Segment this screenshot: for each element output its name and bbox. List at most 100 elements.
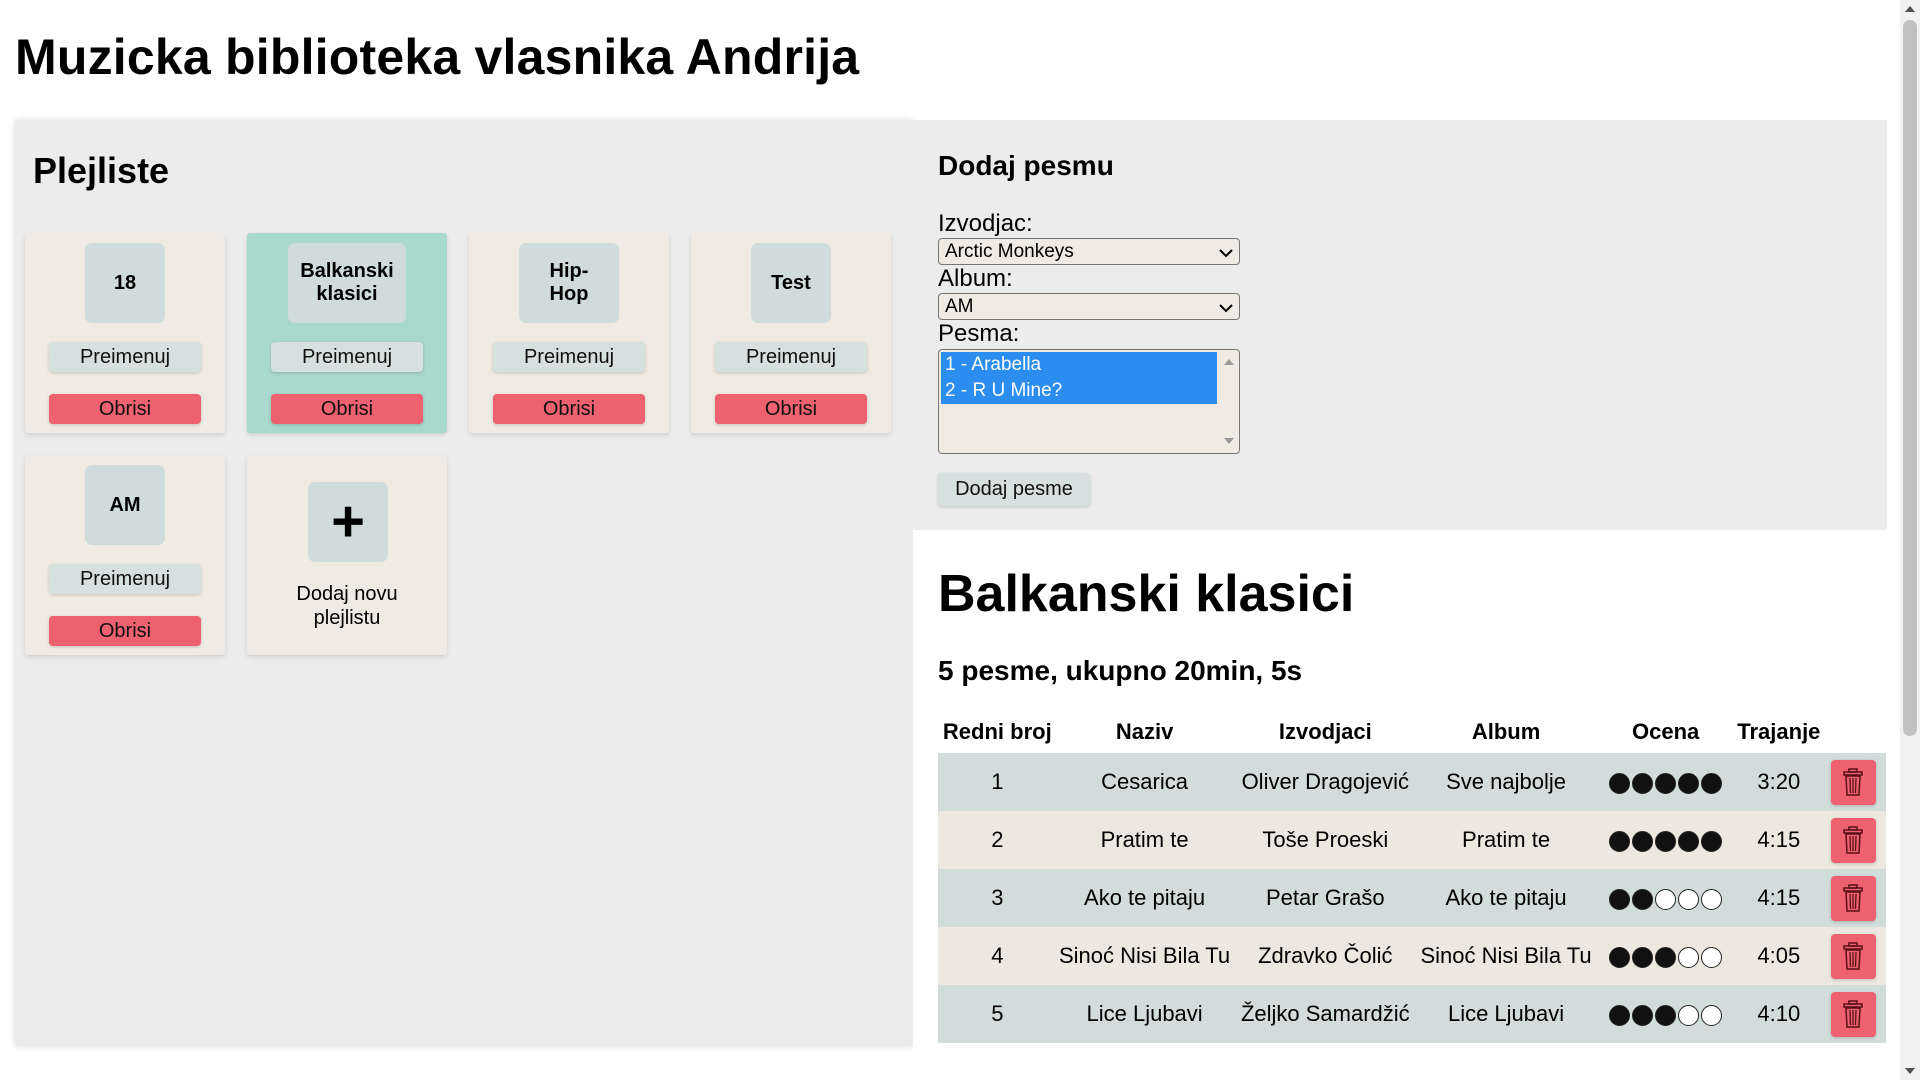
rating-dot-filled[interactable]: [1632, 946, 1654, 968]
song-artist: Zdravko Čolić: [1232, 927, 1419, 985]
song-duration: 4:05: [1737, 927, 1821, 985]
table-header-row: Redni broj Naziv Izvodjaci Album Ocena T…: [938, 711, 1886, 753]
scroll-up-icon[interactable]: [1224, 359, 1234, 365]
song-album: Lice Ljubavi: [1418, 985, 1594, 1043]
song-rating: [1593, 927, 1738, 985]
playlist-card[interactable]: AM Preimenuj Obrisi: [25, 455, 225, 655]
song-label: Pesma:: [938, 320, 1020, 347]
scrollbar-thumb[interactable]: [1903, 20, 1917, 736]
delete-song-button[interactable]: [1830, 759, 1876, 805]
table-row: 2 Pratim te Toše Proeski Pratim te 4:15: [938, 811, 1886, 869]
rename-button[interactable]: Preimenuj: [49, 342, 201, 372]
rating-dot-filled[interactable]: [1632, 772, 1654, 794]
rename-button[interactable]: Preimenuj: [271, 342, 423, 372]
rating-dot-filled[interactable]: [1609, 1004, 1631, 1026]
rating-dot-empty[interactable]: [1701, 1004, 1723, 1026]
add-songs-button[interactable]: Dodaj pesme: [938, 473, 1090, 506]
page-scrollbar[interactable]: [1900, 0, 1920, 1080]
song-duration: 4:10: [1737, 985, 1821, 1043]
delete-button[interactable]: Obrisi: [49, 616, 201, 646]
rating-dot-filled[interactable]: [1655, 772, 1677, 794]
song-album: Pratim te: [1418, 811, 1594, 869]
delete-song-button[interactable]: [1830, 875, 1876, 921]
songs-table-body: 1 Cesarica Oliver Dragojević Sve najbolje 3:…: [938, 753, 1886, 1043]
playlist-card[interactable]: 18 Preimenuj Obrisi: [25, 233, 225, 433]
rating-dot-filled[interactable]: [1609, 946, 1631, 968]
rating-dot-filled[interactable]: [1632, 888, 1654, 910]
song-option[interactable]: 1 - Arabella: [941, 352, 1217, 378]
playlist-grid: 18 Preimenuj Obrisi Balkanski klasici Pr…: [25, 233, 905, 655]
delete-button[interactable]: Obrisi: [271, 394, 423, 424]
rename-button[interactable]: Preimenuj: [49, 564, 201, 594]
delete-cell: [1820, 927, 1886, 985]
scroll-down-icon[interactable]: [1905, 1068, 1915, 1074]
album-select-value: AM: [945, 296, 974, 317]
column-header: Ocena: [1631, 719, 1700, 744]
rating-dot-empty[interactable]: [1701, 946, 1723, 968]
playlist-card[interactable]: Balkanski klasici Preimenuj Obrisi: [247, 233, 447, 433]
playlist-card[interactable]: Test Preimenuj Obrisi: [691, 233, 891, 433]
rating-dot-empty[interactable]: [1678, 888, 1700, 910]
row-number: 3: [938, 869, 1057, 927]
rating-dot-filled[interactable]: [1609, 888, 1631, 910]
rating-dot-empty[interactable]: [1678, 946, 1700, 968]
rating-dot-empty[interactable]: [1701, 888, 1723, 910]
rating-dot-empty[interactable]: [1678, 1004, 1700, 1026]
chevron-down-icon: [1219, 241, 1233, 266]
table-row: 5 Lice Ljubavi Željko Samardžić Lice Ljubav…: [938, 985, 1886, 1043]
table-row: 3 Ako te pitaju Petar Grašo Ako te pitaju 4:…: [938, 869, 1886, 927]
playlist-name[interactable]: AM: [85, 465, 165, 545]
playlist-card[interactable]: Hip-Hop Preimenuj Obrisi: [469, 233, 669, 433]
song-artist: Toše Proeski: [1232, 811, 1419, 869]
scroll-down-icon[interactable]: [1224, 438, 1234, 444]
playlist-name[interactable]: Hip-Hop: [519, 243, 619, 323]
playlist-name[interactable]: 18: [85, 243, 165, 323]
song-title: Pratim te: [1056, 811, 1233, 869]
delete-button[interactable]: Obrisi: [715, 394, 867, 424]
song-album: Ako te pitaju: [1418, 869, 1594, 927]
row-number: 2: [938, 811, 1057, 869]
song-multiselect[interactable]: 1 - Arabella 2 - R U Mine?: [938, 349, 1240, 454]
rating-dot-empty[interactable]: [1655, 888, 1677, 910]
rating-dot-filled[interactable]: [1678, 772, 1700, 794]
plus-icon[interactable]: +: [308, 482, 388, 562]
song-option[interactable]: 2 - R U Mine?: [941, 378, 1217, 404]
rating-dot-filled[interactable]: [1609, 772, 1631, 794]
add-song-heading: Dodaj pesmu: [938, 150, 1114, 181]
rating-dot-filled[interactable]: [1678, 830, 1700, 852]
rating-dot-filled[interactable]: [1632, 830, 1654, 852]
rating-dot-filled[interactable]: [1701, 772, 1723, 794]
rename-button[interactable]: Preimenuj: [715, 342, 867, 372]
column-header: Naziv: [1115, 719, 1174, 744]
rating-dots: [1609, 888, 1723, 910]
song-album: Sve najbolje: [1418, 753, 1594, 811]
delete-button[interactable]: Obrisi: [493, 394, 645, 424]
rating-dot-filled[interactable]: [1655, 1004, 1677, 1026]
delete-song-button[interactable]: [1830, 933, 1876, 979]
artist-label: Izvodjac:: [938, 210, 1033, 237]
delete-button[interactable]: Obrisi: [49, 394, 201, 424]
scroll-up-icon[interactable]: [1905, 6, 1915, 12]
playlist-name[interactable]: Test: [751, 243, 831, 323]
rating-dot-filled[interactable]: [1632, 1004, 1654, 1026]
rating-dot-filled[interactable]: [1655, 830, 1677, 852]
add-playlist-label: Dodaj novu plejlistu: [296, 583, 398, 629]
song-rating: [1593, 811, 1738, 869]
rating-dot-filled[interactable]: [1701, 830, 1723, 852]
artist-select[interactable]: Arctic Monkeys: [938, 238, 1240, 265]
rating-dot-filled[interactable]: [1609, 830, 1631, 852]
song-duration: 3:20: [1737, 753, 1821, 811]
delete-cell: [1820, 869, 1886, 927]
trash-icon: [1843, 1000, 1863, 1028]
list-scrollbar[interactable]: [1222, 351, 1238, 452]
playlist-name[interactable]: Balkanski klasici: [288, 243, 406, 323]
song-rating: [1593, 869, 1738, 927]
song-album: Sinoć Nisi Bila Tu: [1418, 927, 1594, 985]
album-select[interactable]: AM: [938, 293, 1240, 320]
rating-dot-filled[interactable]: [1655, 946, 1677, 968]
delete-cell: [1820, 985, 1886, 1043]
delete-song-button[interactable]: [1830, 817, 1876, 863]
rename-button[interactable]: Preimenuj: [493, 342, 645, 372]
add-playlist-card[interactable]: + Dodaj novu plejlistu: [247, 455, 447, 655]
delete-song-button[interactable]: [1830, 991, 1876, 1037]
